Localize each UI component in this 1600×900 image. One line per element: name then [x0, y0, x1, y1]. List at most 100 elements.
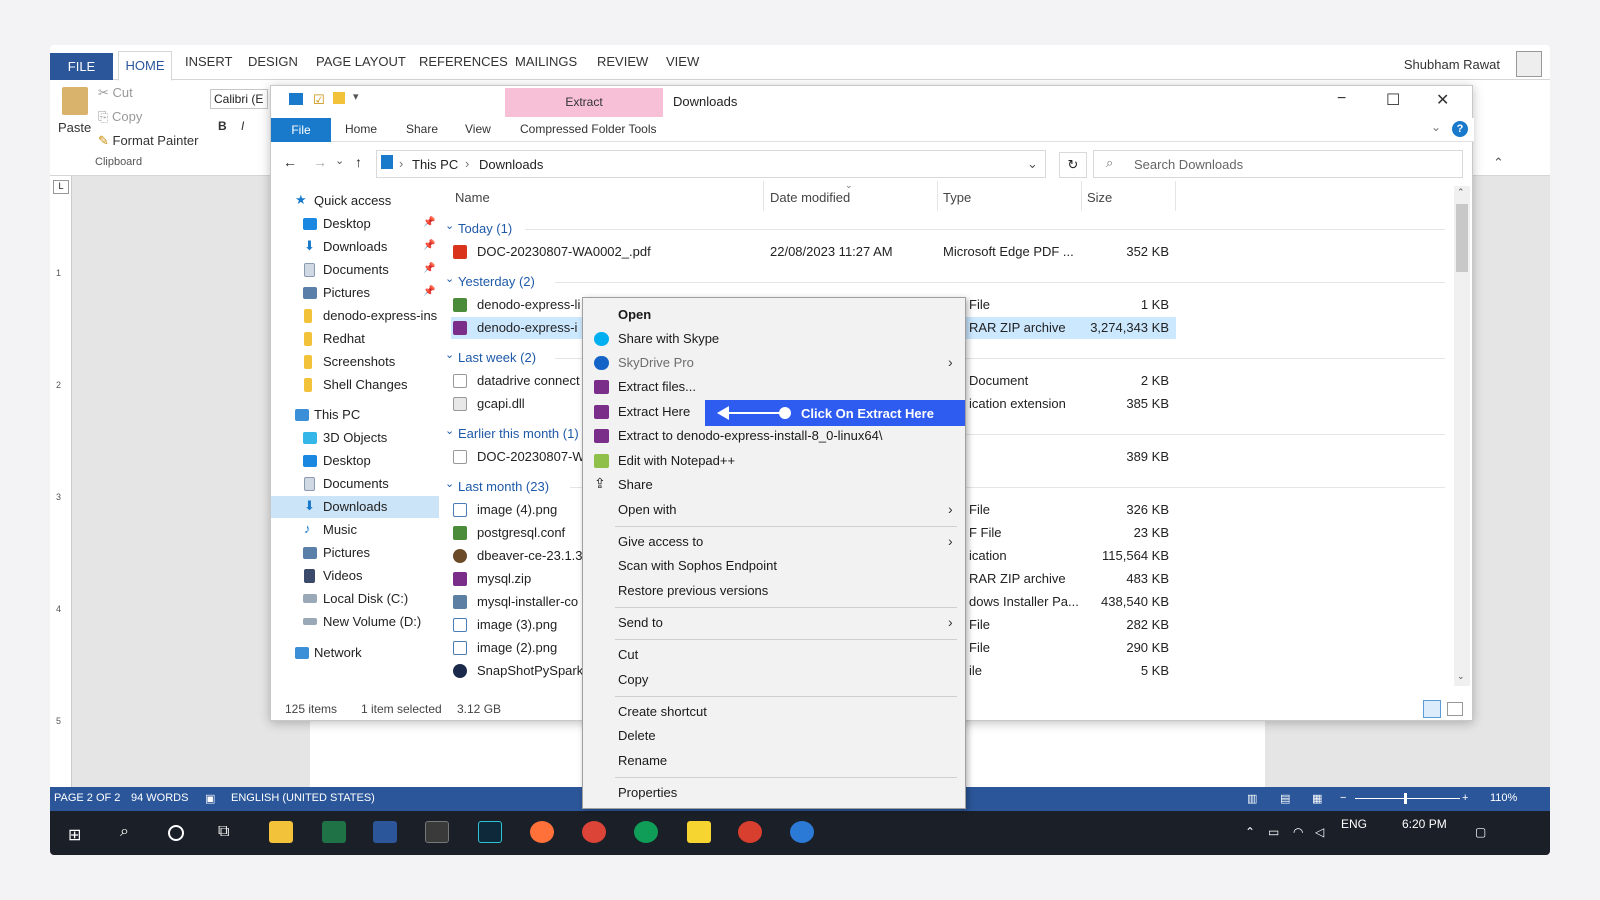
bold-button[interactable]: B: [218, 119, 227, 133]
menu-item-send-to[interactable]: Send to ›: [583, 611, 965, 635]
menu-item-delete[interactable]: Delete: [583, 724, 965, 748]
tray-chevron-icon[interactable]: ⌃: [1245, 825, 1255, 839]
menu-item-give-access[interactable]: Give access to ›: [583, 530, 965, 554]
language-indicator[interactable]: ENG: [1341, 817, 1367, 831]
nav-pc-desktop[interactable]: Desktop: [271, 450, 439, 472]
word-tab-references[interactable]: REFERENCES: [419, 54, 508, 69]
scroll-up-icon[interactable]: ⌃: [1457, 187, 1465, 198]
large-icons-view-icon[interactable]: [1447, 702, 1463, 716]
italic-button[interactable]: I: [241, 119, 244, 133]
address-bar[interactable]: › This PC › Downloads ⌄: [376, 150, 1046, 178]
column-divider[interactable]: [763, 181, 764, 211]
zoom-slider-track[interactable]: [1355, 798, 1460, 799]
cortana-icon[interactable]: [168, 825, 184, 841]
word-count[interactable]: 94 WORDS: [131, 792, 188, 804]
zoom-level[interactable]: 110%: [1490, 792, 1517, 804]
nav-network[interactable]: Network: [271, 642, 439, 664]
nav-music[interactable]: ♪ Music: [271, 519, 439, 541]
sticky-notes-icon[interactable]: [687, 821, 711, 843]
ribbon-expand-icon[interactable]: ⌄: [1431, 120, 1441, 134]
volume-icon[interactable]: ◁: [1315, 825, 1324, 839]
refresh-icon[interactable]: ↻: [1059, 152, 1087, 178]
ribbon-collapse-icon[interactable]: ⌃: [1493, 155, 1504, 171]
nav-quick-access[interactable]: ★ Quick access: [271, 190, 439, 212]
menu-item-extract-files[interactable]: Extract files...: [583, 375, 965, 399]
menu-item-share[interactable]: ⇪ Share: [583, 473, 965, 497]
forward-arrow-icon[interactable]: →: [313, 154, 327, 170]
app-icon-red[interactable]: [738, 821, 762, 843]
paste-button[interactable]: Paste: [58, 120, 91, 135]
column-divider[interactable]: [1081, 181, 1082, 211]
menu-item-restore-versions[interactable]: Restore previous versions: [583, 579, 965, 603]
back-arrow-icon[interactable]: ←: [283, 154, 297, 170]
menu-item-open-with[interactable]: Open with ›: [583, 498, 965, 522]
recent-locations-icon[interactable]: ⌄: [335, 154, 344, 167]
chrome-profile-icon[interactable]: [634, 821, 658, 843]
column-header-date[interactable]: Date modified: [770, 190, 850, 205]
explorer-tab-home[interactable]: Home: [345, 122, 377, 136]
details-view-icon[interactable]: [1423, 700, 1441, 718]
word-tab-home[interactable]: HOME: [118, 51, 172, 81]
print-layout-icon[interactable]: ▤: [1280, 792, 1290, 805]
word-tab-file[interactable]: FILE: [50, 53, 113, 80]
menu-item-rename[interactable]: Rename: [583, 749, 965, 773]
task-view-icon[interactable]: ⧉: [218, 823, 229, 841]
menu-item-skydrive-pro[interactable]: SkyDrive Pro ›: [583, 351, 965, 375]
word-tab-view[interactable]: VIEW: [666, 54, 699, 69]
format-painter-button[interactable]: ✎ Format Painter: [98, 133, 199, 149]
search-icon[interactable]: ⌕: [120, 823, 129, 841]
vertical-scrollbar[interactable]: ⌃ ⌄: [1454, 186, 1470, 686]
up-arrow-icon[interactable]: ↑: [355, 154, 362, 170]
terminal-icon[interactable]: [425, 821, 449, 843]
excel-icon[interactable]: [322, 821, 346, 843]
nav-new-volume[interactable]: New Volume (D:): [271, 611, 439, 633]
chrome-icon[interactable]: [582, 821, 606, 843]
zoom-slider-thumb[interactable]: [1404, 793, 1407, 804]
avatar[interactable]: [1516, 51, 1542, 77]
menu-item-open[interactable]: Open: [583, 303, 965, 327]
explorer-tab-compressed-tools[interactable]: Compressed Folder Tools: [520, 122, 657, 136]
nav-videos[interactable]: Videos: [271, 565, 439, 587]
menu-item-edit-notepad[interactable]: Edit with Notepad++: [583, 449, 965, 473]
nav-local-disk[interactable]: Local Disk (C:): [271, 588, 439, 610]
nav-pictures[interactable]: Pictures 📌: [271, 282, 439, 304]
nav-desktop[interactable]: Desktop 📌: [271, 213, 439, 235]
extract-context-tab[interactable]: Extract: [505, 88, 663, 117]
menu-item-create-shortcut[interactable]: Create shortcut: [583, 700, 965, 724]
nav-3d-objects[interactable]: 3D Objects: [271, 427, 439, 449]
nav-screenshots-folder[interactable]: Screenshots: [271, 351, 439, 373]
page-count[interactable]: PAGE 2 OF 2: [54, 792, 120, 804]
paste-icon[interactable]: [62, 87, 88, 115]
breadcrumb-downloads[interactable]: Downloads: [479, 157, 543, 172]
language-status[interactable]: ENGLISH (UNITED STATES): [231, 792, 375, 804]
web-layout-icon[interactable]: ▦: [1312, 792, 1322, 805]
cut-button[interactable]: ✂ Cut: [98, 85, 133, 101]
group-header-today[interactable]: ⌄ Today (1): [445, 218, 1445, 240]
battery-icon[interactable]: ▭: [1268, 825, 1279, 839]
nav-this-pc[interactable]: This PC: [271, 404, 439, 426]
word-tab-review[interactable]: REVIEW: [597, 54, 648, 69]
clock[interactable]: 6:20 PM: [1402, 817, 1447, 831]
nav-downloads[interactable]: ⬇ Downloads 📌: [271, 236, 439, 258]
font-name-box[interactable]: Calibri (E: [210, 89, 268, 109]
zoom-out-button[interactable]: −: [1340, 792, 1346, 804]
nav-pc-downloads[interactable]: ⬇ Downloads: [271, 496, 439, 518]
word-icon[interactable]: [373, 821, 397, 843]
nav-denodo-folder[interactable]: denodo-express-ins: [271, 305, 439, 327]
wifi-icon[interactable]: ◠: [1293, 825, 1303, 839]
breadcrumb-this-pc[interactable]: This PC: [412, 157, 458, 172]
nav-redhat-folder[interactable]: Redhat: [271, 328, 439, 350]
explorer-tab-share[interactable]: Share: [406, 122, 438, 136]
nav-shell-changes-folder[interactable]: Shell Changes: [271, 374, 439, 396]
address-dropdown-icon[interactable]: ⌄: [1027, 156, 1038, 172]
nav-documents[interactable]: Documents 📌: [271, 259, 439, 281]
properties-icon[interactable]: ☑: [313, 92, 325, 108]
file-row[interactable]: DOC-20230807-WA0002_.pdf 22/08/2023 11:2…: [451, 241, 1451, 263]
maximize-button[interactable]: ☐: [1386, 90, 1400, 110]
scrollbar-thumb[interactable]: [1456, 204, 1468, 272]
menu-item-properties[interactable]: Properties: [583, 781, 965, 805]
column-header-name[interactable]: Name: [455, 190, 490, 205]
explorer-tab-file[interactable]: File: [271, 118, 331, 142]
menu-item-extract-to[interactable]: Extract to denodo-express-install-8_0-li…: [583, 424, 965, 448]
pycharm-icon[interactable]: [478, 821, 502, 843]
